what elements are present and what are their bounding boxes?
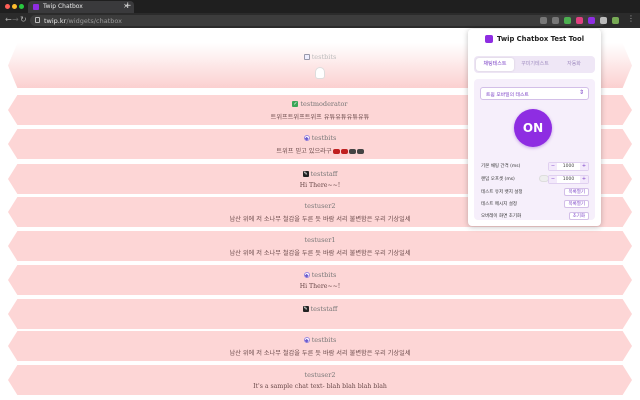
chat-message: testuser1 남산 위에 저 소나무 철갑을 두른 듯 바람 서리 불변함… [8,231,632,261]
increment-button[interactable]: + [580,163,588,170]
chat-message: ◆ testbits 남산 위에 저 소나무 철갑을 두른 듯 바람 서리 불변함… [8,331,632,361]
url-text: twip.kr/widgets/chatbox [44,16,122,25]
chat-text: It's a sample chat text- blah blah blah … [253,382,387,390]
twip-test-tool-popup: Twip Chatbox Test Tool 채팅테스트 꾸미기테스트 자동화 … [468,29,601,226]
chat-username: testuser2 [304,370,336,379]
twip-logo-icon [484,34,493,43]
extension-icon[interactable] [564,17,571,24]
forward-icon[interactable]: → [12,15,19,24]
browser-tab[interactable]: Twip Chatbox × [28,1,134,13]
popup-title: Twip Chatbox Test Tool [496,34,585,43]
open-badge-list-button[interactable]: 목록열기 [564,188,589,196]
bits-icon: ◆ [303,336,310,344]
chat-text: 트위프트위프트위프 유튜유튜유튜유튜 [270,113,370,121]
ghost-emote-icon [315,66,325,79]
test-mode-select[interactable]: 트윕 모바일의 테스트 ⇕ [480,87,589,100]
staff-wrench-icon: ✎ [302,305,309,312]
chat-text: 트위프 믿고 있으라구 [276,147,332,155]
test-user-badge-label: 테스트 유저 뱃지 설정 [481,190,523,195]
staff-wrench-icon: ✎ [302,170,309,177]
emote-icon [332,148,340,154]
chat-message: testuser2 It's a sample chat text- blah … [8,365,632,395]
tab-decoration-test[interactable]: 꾸미기테스트 [516,58,554,71]
share-icon[interactable] [540,17,547,24]
chat-text: 남산 위에 저 소나무 철갑을 두른 듯 바람 서리 불변함은 우리 기상일세 [229,249,411,257]
badge-image-icon [303,53,310,60]
chat-message: ✎ teststaff [8,299,632,329]
zoom-window-icon[interactable] [19,4,24,9]
test-message-label: 테스트 메시지 설정 [481,202,517,207]
new-tab-button[interactable]: + [124,1,132,11]
base-interval-label: 기본 채팅 간격 (ms) [481,164,521,169]
menu-dots-icon[interactable]: ⋮ [627,14,635,23]
base-interval-value[interactable]: 1000 [557,163,580,170]
chat-username: testbits [311,270,337,279]
chat-username: testuser2 [304,201,336,210]
chat-username: testbits [311,52,337,61]
chat-username: testbits [311,133,337,142]
random-offset-stepper: − 1000 + [548,175,589,184]
base-interval-row: 기본 채팅 간격 (ms) − 1000 + [481,162,589,171]
chat-username: testuser1 [304,235,336,244]
increment-button[interactable]: + [580,176,588,183]
on-label: ON [522,121,544,135]
address-bar[interactable]: twip.kr/widgets/chatbox [30,15,606,26]
extension-icon[interactable] [576,17,583,24]
moderator-check-icon: ✓ [292,100,299,107]
reset-overlay-button[interactable]: 초기화 [568,212,589,220]
tab-automation[interactable]: 자동화 [555,58,593,71]
chat-username: teststaff [310,304,338,313]
profile-avatar-icon[interactable] [612,17,619,24]
chat-message: ◆ testbits Hi There~~! [8,265,632,295]
chat-text: Hi There~~! [299,181,341,189]
bits-icon: ◆ [303,271,310,279]
bookmark-star-icon[interactable] [552,17,559,24]
glasses-emote-icon [356,148,364,154]
open-message-list-button[interactable]: 목록열기 [564,200,589,208]
back-icon[interactable]: ← [5,15,12,24]
browser-tab-bar: Twip Chatbox × + [0,0,640,13]
test-message-row: 테스트 메시지 설정 목록열기 [481,200,589,209]
chat-username: testbits [311,335,337,344]
random-offset-value[interactable]: 1000 [557,176,580,183]
popup-tab-bar: 채팅테스트 꾸미기테스트 자동화 [474,56,595,73]
close-window-icon[interactable] [5,4,10,9]
chat-text: 남산 위에 저 소나무 철갑을 두른 듯 바람 서리 불변함은 우리 기상일세 [229,215,411,223]
popup-header: Twip Chatbox Test Tool [468,29,601,48]
decrement-button[interactable]: − [549,176,557,183]
overlay-reset-label: 오버레이 화면 초기화 [481,214,522,219]
minimize-window-icon[interactable] [12,4,17,9]
twip-extension-icon[interactable] [588,17,595,24]
lock-icon [35,17,40,23]
reload-icon[interactable]: ↻ [20,15,27,24]
puzzle-icon[interactable] [600,17,607,24]
address-toolbar: ← → ↻ twip.kr/widgets/chatbox ⋮ [0,13,640,28]
decrement-button[interactable]: − [549,163,557,170]
chat-username: teststaff [310,169,338,178]
random-offset-label: 랜덤 오프셋 (ms) [481,177,515,182]
overlay-reset-row: 오버레이 화면 초기화 초기화 [481,212,589,221]
emote-icon [340,148,348,154]
base-interval-stepper: − 1000 + [548,162,589,171]
select-value: 트윕 모바일의 테스트 [486,93,529,98]
chat-test-panel: 트윕 모바일의 테스트 ⇕ ON 기본 채팅 간격 (ms) − 1000 + … [474,79,595,220]
glasses-emote-icon [348,148,356,154]
tab-chat-test[interactable]: 채팅테스트 [476,58,514,71]
test-user-badge-row: 테스트 유저 뱃지 설정 목록열기 [481,188,589,197]
on-toggle-button[interactable]: ON [514,109,552,147]
chat-text: 남산 위에 저 소나무 철갑을 두른 듯 바람 서리 불변함은 우리 기상일세 [229,349,411,357]
bits-icon: ◆ [303,134,310,142]
chat-username: testmoderator [300,99,348,108]
random-offset-row: 랜덤 오프셋 (ms) − 1000 + [481,175,589,184]
twip-favicon-icon [33,4,39,10]
tab-title: Twip Chatbox [43,3,83,10]
chevron-updown-icon: ⇕ [578,89,584,96]
chat-text: Hi There~~! [299,282,341,290]
